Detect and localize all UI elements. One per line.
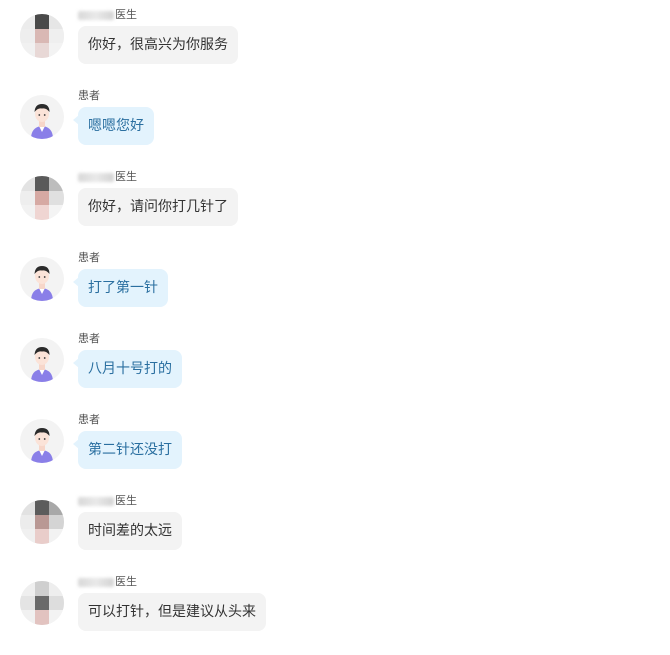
doctor-avatar[interactable]: [20, 581, 64, 625]
doctor-avatar[interactable]: [20, 500, 64, 544]
chat-message: 医生 你好，请问你打几针了: [0, 170, 670, 246]
message-bubble: 可以打针，但是建议从头来: [78, 593, 266, 631]
sender-name: 患者: [78, 413, 100, 426]
patient-avatar[interactable]: [20, 95, 64, 139]
chat-transcript: 医生 你好，很高兴为你服务 患者 嗯嗯您好 医生 你好，请问你打几针了 患者 打…: [0, 0, 670, 655]
redacted-name: [78, 496, 114, 506]
sender-name: 医生: [78, 170, 137, 184]
sender-name: 医生: [78, 8, 137, 22]
patient-avatar-icon: [31, 347, 53, 382]
chat-message: 医生 可以打针，但是建议从头来: [0, 575, 670, 651]
sender-name: 患者: [78, 332, 100, 345]
chat-message: 医生 时间差的太远: [0, 494, 670, 570]
redacted-name: [78, 172, 114, 182]
redacted-name: [78, 577, 114, 587]
sender-name: 患者: [78, 89, 100, 102]
patient-avatar-icon: [31, 266, 53, 301]
sender-name: 医生: [78, 575, 137, 589]
chat-message: 医生 你好，很高兴为你服务: [0, 8, 670, 84]
patient-avatar-icon: [31, 428, 53, 463]
chat-message: 患者 第二针还没打: [0, 413, 670, 489]
chat-message: 患者 打了第一针: [0, 251, 670, 327]
doctor-avatar[interactable]: [20, 176, 64, 220]
chat-message: 患者 嗯嗯您好: [0, 89, 670, 165]
chat-message: 患者 八月十号打的: [0, 332, 670, 408]
message-bubble: 打了第一针: [73, 269, 168, 307]
message-bubble: 你好，请问你打几针了: [78, 188, 238, 226]
message-bubble: 第二针还没打: [73, 431, 182, 469]
message-bubble: 嗯嗯您好: [73, 107, 154, 145]
patient-avatar[interactable]: [20, 338, 64, 382]
sender-name: 医生: [78, 494, 137, 508]
doctor-avatar[interactable]: [20, 14, 64, 58]
patient-avatar-icon: [31, 104, 53, 139]
message-bubble: 你好，很高兴为你服务: [78, 26, 238, 64]
patient-avatar[interactable]: [20, 257, 64, 301]
patient-avatar[interactable]: [20, 419, 64, 463]
message-bubble: 时间差的太远: [78, 512, 182, 550]
redacted-name: [78, 10, 114, 20]
sender-name: 患者: [78, 251, 100, 264]
message-bubble: 八月十号打的: [73, 350, 182, 388]
